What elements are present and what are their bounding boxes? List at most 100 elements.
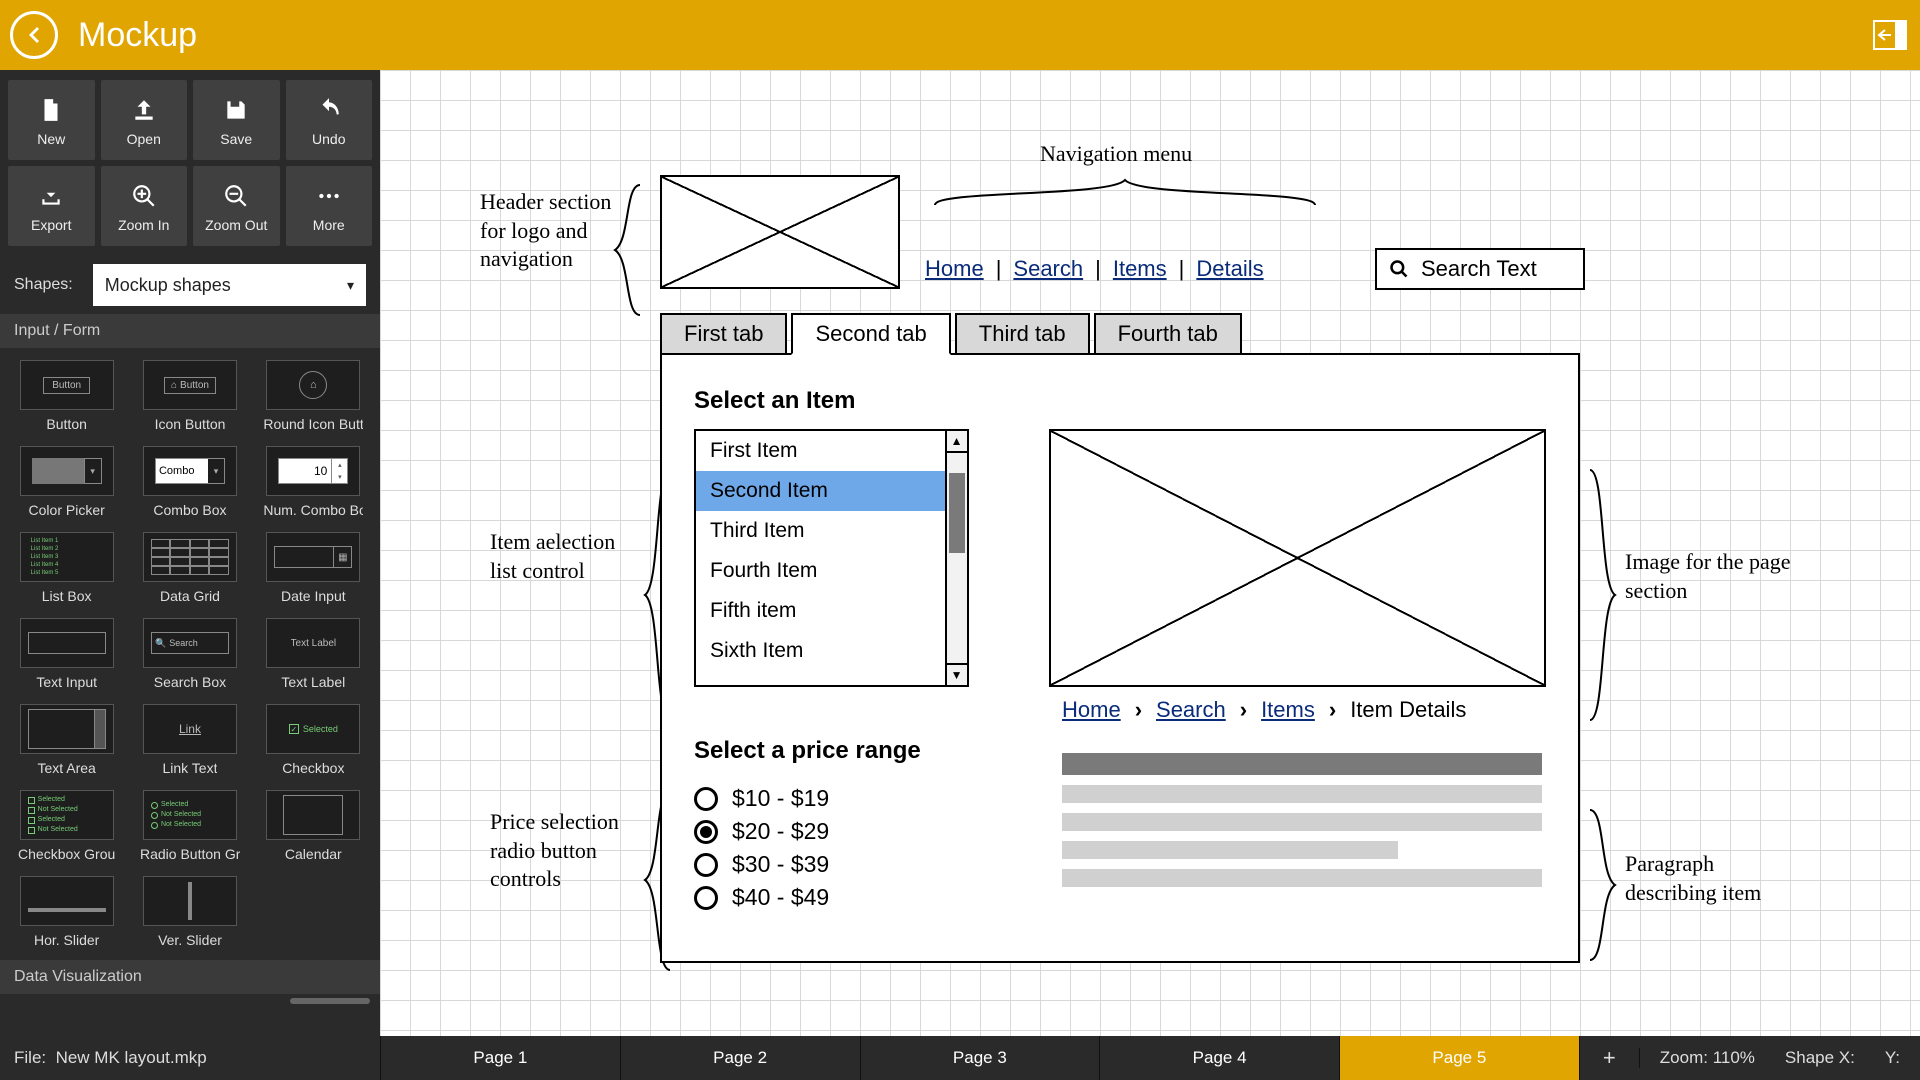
add-page-button[interactable]: + [1579,1036,1639,1080]
label: Export [31,217,71,233]
mockup-search-box[interactable]: Search Text [1375,248,1585,290]
shape-text-input[interactable]: Text Input [8,614,125,694]
crumb-link[interactable]: Home [1062,697,1121,723]
crumb-link[interactable]: Items [1261,697,1315,723]
list-item[interactable]: First Item [696,431,967,471]
radio-option[interactable]: $30 - $39 [694,851,829,878]
radio-option[interactable]: $20 - $29 [694,818,829,845]
annotation-itemlist[interactable]: Item aelection list control [490,528,640,585]
mockup-listbox[interactable]: First Item Second Item Third Item Fourth… [694,429,969,687]
shape-icon-button[interactable]: ⌂ButtonIcon Button [131,356,248,436]
export-icon [38,183,64,209]
page-tab-5[interactable]: Page 5 [1339,1036,1579,1080]
status-file: File: New MK layout.mkp [0,1048,380,1068]
list-item[interactable]: Third Item [696,511,967,551]
shape-x-label: Shape X: [1785,1048,1855,1068]
tab-first[interactable]: First tab [660,313,787,355]
paragraph-line [1062,813,1542,831]
page-tab-1[interactable]: Page 1 [380,1036,620,1080]
radio-option[interactable]: $10 - $19 [694,785,829,812]
list-item[interactable]: Fourth Item [696,551,967,591]
shape-text-area[interactable]: Text Area [8,700,125,780]
mockup-nav-links[interactable]: Home| Search| Items| Details [925,256,1264,282]
page-tab-2[interactable]: Page 2 [620,1036,860,1080]
mockup-tabs: First tab Second tab Third tab Fourth ta… [660,313,1580,355]
mockup-logo-image[interactable] [660,175,900,289]
nav-link-items[interactable]: Items [1113,256,1167,282]
mockup-radio-group[interactable]: $10 - $19 $20 - $29 $30 - $39 $40 - $49 [694,779,829,917]
shape-date-input[interactable]: ▦Date Input [255,528,372,608]
shape-search-box[interactable]: 🔍SearchSearch Box [131,614,248,694]
section-input-form[interactable]: Input / Form [0,314,380,348]
shapes-dropdown[interactable]: Mockup shapes ▾ [93,264,366,306]
annotation-header[interactable]: Header section for logo and navigation [480,188,620,274]
canvas[interactable]: Header section for logo and navigation N… [380,70,1920,1036]
mockup-section-image[interactable] [1049,429,1546,687]
zoom-out-icon [223,183,249,209]
crumb-link[interactable]: Search [1156,697,1226,723]
zoom-out-button[interactable]: Zoom Out [193,166,280,246]
mockup-tab-body[interactable]: Select an Item First Item Second Item Th… [660,353,1580,963]
shape-button[interactable]: ButtonButton [8,356,125,436]
shape-combo-box[interactable]: Combo▾Combo Box [131,442,248,522]
label: Zoom In [118,217,169,233]
shape-list-box[interactable]: List Item 1List Item 2List Item 3List It… [8,528,125,608]
nav-link-home[interactable]: Home [925,256,984,282]
save-icon [223,97,249,123]
list-item[interactable]: Second Item [696,471,967,511]
chevron-right-icon: › [1329,697,1336,723]
mockup-paragraph[interactable] [1062,753,1542,897]
collapse-panel-button[interactable] [1870,17,1910,53]
save-button[interactable]: Save [193,80,280,160]
sidebar-scrollbar[interactable] [0,994,380,1006]
list-item[interactable]: Fifth item [696,591,967,631]
shape-y-label: Y: [1885,1048,1900,1068]
annotation-price[interactable]: Price selection radio button controls [490,808,650,894]
annotation-image[interactable]: Image for the page section [1625,548,1805,605]
nav-link-details[interactable]: Details [1196,256,1263,282]
shape-data-grid[interactable]: Data Grid [131,528,248,608]
shapes-label: Shapes: [14,276,73,294]
mockup-breadcrumb[interactable]: Home› Search› Items› Item Details [1062,697,1466,723]
label: Undo [312,131,345,147]
annotation-nav[interactable]: Navigation menu [1040,140,1192,169]
zoom-in-button[interactable]: Zoom In [101,166,188,246]
tab-second[interactable]: Second tab [791,313,950,355]
open-button[interactable]: Open [101,80,188,160]
radio-option[interactable]: $40 - $49 [694,884,829,911]
scroll-thumb[interactable] [949,473,965,553]
nav-link-search[interactable]: Search [1013,256,1083,282]
page-tab-3[interactable]: Page 3 [860,1036,1100,1080]
shape-text-label[interactable]: Text LabelText Label [255,614,372,694]
page-tab-4[interactable]: Page 4 [1099,1036,1339,1080]
section-data-viz[interactable]: Data Visualization [0,960,380,994]
scroll-track[interactable] [947,453,967,663]
title-bar: Mockup [0,0,1920,70]
tab-third[interactable]: Third tab [955,313,1090,355]
shape-color-picker[interactable]: ▾Color Picker [8,442,125,522]
scroll-down-button[interactable]: ▼ [947,663,967,685]
shape-num-combo[interactable]: 10▴▾Num. Combo Bo [255,442,372,522]
shape-checkbox[interactable]: ✓SelectedCheckbox [255,700,372,780]
new-button[interactable]: New [8,80,95,160]
listbox-scrollbar[interactable]: ▲ ▼ [945,431,967,685]
undo-button[interactable]: Undo [286,80,373,160]
scroll-up-button[interactable]: ▲ [947,431,967,453]
export-button[interactable]: Export [8,166,95,246]
shape-calendar[interactable]: Calendar [255,786,372,866]
list-item[interactable]: Sixth Item [696,631,967,671]
shape-checkbox-group[interactable]: SelectedNot SelectedSelectedNot Selected… [8,786,125,866]
more-icon [316,183,342,209]
sidebar: New Open Save Undo Export Zoom In Zoom O… [0,70,380,1036]
shape-ver-slider[interactable]: Ver. Slider [131,872,248,952]
shape-radio-group[interactable]: SelectedNot SelectedNot SelectedRadio Bu… [131,786,248,866]
annotation-para[interactable]: Paragraph describing item [1625,850,1805,907]
shape-link-text[interactable]: LinkLink Text [131,700,248,780]
shape-round-icon-button[interactable]: ⌂Round Icon Butt [255,356,372,436]
more-button[interactable]: More [286,166,373,246]
shape-hor-slider[interactable]: Hor. Slider [8,872,125,952]
back-button[interactable] [10,11,58,59]
tab-fourth[interactable]: Fourth tab [1094,313,1242,355]
paragraph-line [1062,869,1542,887]
file-icon [38,97,64,123]
